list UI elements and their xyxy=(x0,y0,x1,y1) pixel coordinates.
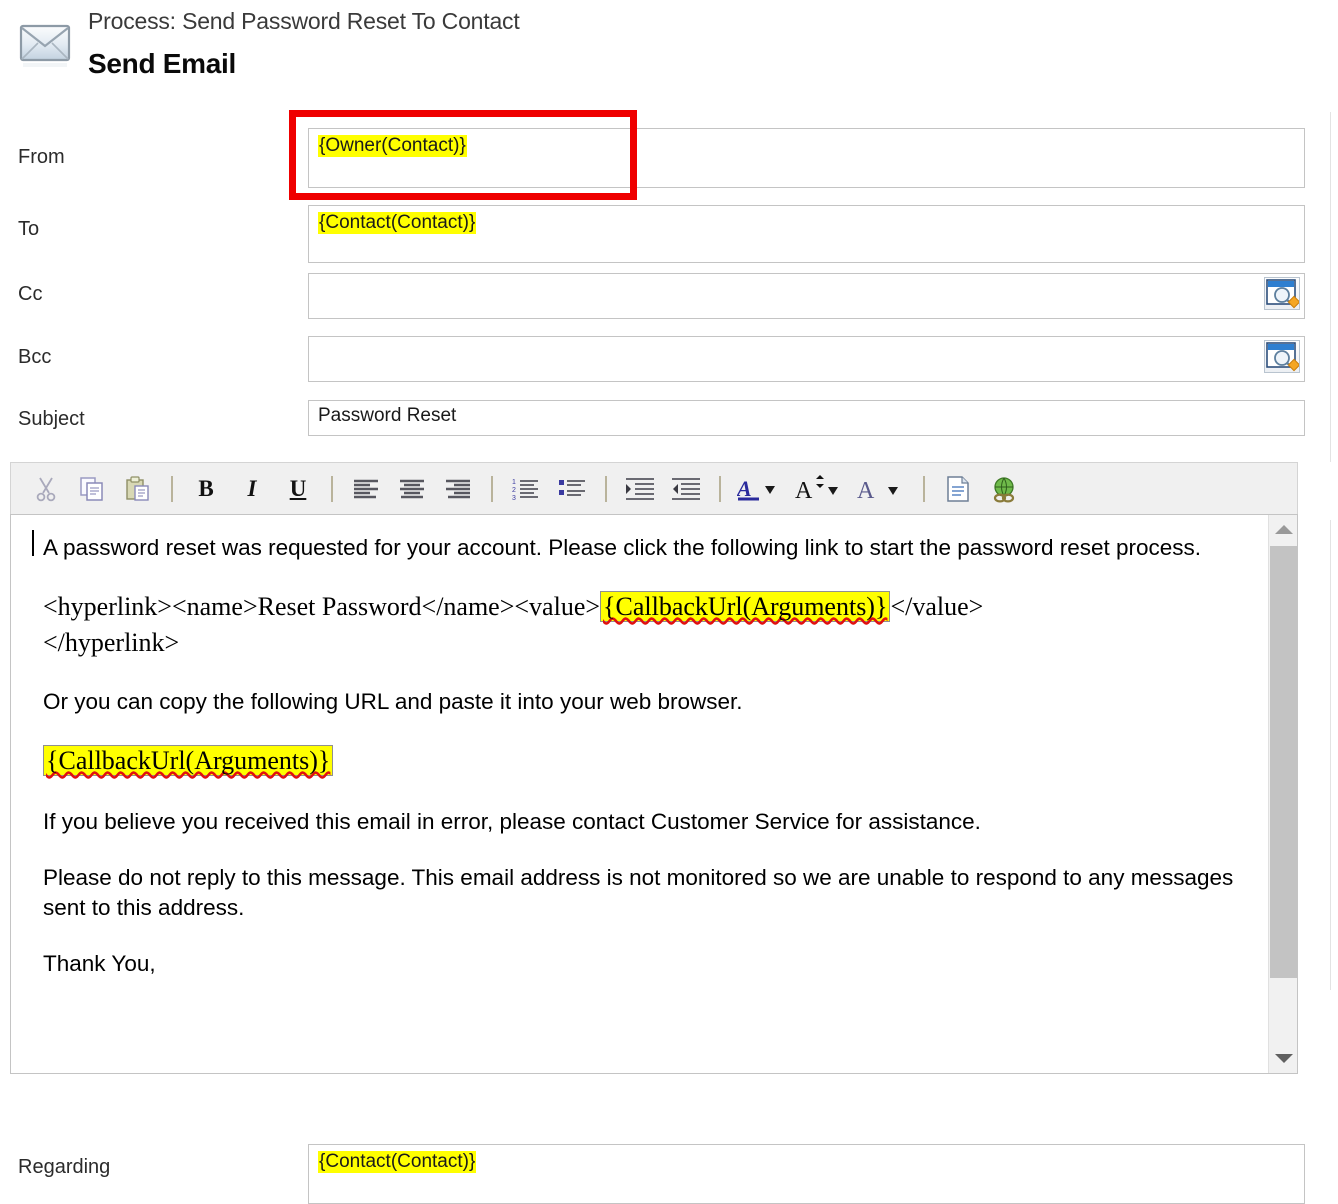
rich-text-toolbar: B I U 1 2 3 A A A xyxy=(10,462,1298,514)
bold-label: B xyxy=(198,475,214,501)
hyperlink-after: </value> xyxy=(890,592,984,621)
numbered-list-icon[interactable]: 1 2 3 xyxy=(503,467,549,511)
source-icon[interactable] xyxy=(935,467,981,511)
font-size-icon[interactable]: A xyxy=(789,467,851,511)
italic-icon[interactable]: I xyxy=(229,467,275,511)
cc-lookup-icon[interactable] xyxy=(1264,277,1300,310)
callback-url-token-standalone: {CallbackUrl(Arguments)} xyxy=(43,745,334,776)
bcc-lookup-icon[interactable] xyxy=(1264,340,1300,373)
page-header: Process: Send Password Reset To Contact … xyxy=(0,0,1338,96)
panel-divider xyxy=(1330,112,1331,462)
toolbar-separator xyxy=(719,475,721,502)
svg-text:A: A xyxy=(857,478,875,503)
align-right-icon[interactable] xyxy=(435,467,481,511)
scrollbar-thumb[interactable] xyxy=(1270,546,1297,978)
regarding-field-value: {Contact(Contact)} xyxy=(318,1151,477,1173)
to-field[interactable]: {Contact(Contact)} xyxy=(308,205,1305,263)
label-to: To xyxy=(18,218,40,240)
panel-divider xyxy=(1330,520,1331,990)
insert-link-icon[interactable] xyxy=(981,467,1027,511)
body-hyperlink-line: <hyperlink><name>Reset Password</name><v… xyxy=(43,589,1249,661)
align-left-icon[interactable] xyxy=(343,467,389,511)
underline-icon[interactable]: U xyxy=(275,467,321,511)
label-from: From xyxy=(18,146,65,168)
bold-icon[interactable]: B xyxy=(183,467,229,511)
italic-label: I xyxy=(247,475,257,501)
callback-url-token: {CallbackUrl(Arguments)} xyxy=(600,591,891,622)
envelope-icon xyxy=(14,20,76,72)
font-color-icon[interactable]: A xyxy=(731,467,789,511)
underline-label: U xyxy=(289,475,307,501)
toolbar-separator xyxy=(171,475,173,502)
svg-text:1: 1 xyxy=(512,479,516,486)
svg-text:3: 3 xyxy=(512,495,516,501)
bulleted-list-icon[interactable] xyxy=(549,467,595,511)
subject-field[interactable]: Password Reset xyxy=(308,400,1305,436)
svg-text:A: A xyxy=(795,478,813,503)
font-name-icon[interactable]: A xyxy=(851,467,913,511)
toolbar-separator xyxy=(605,475,607,502)
body-paragraph-1: A password reset was requested for your … xyxy=(43,535,1202,560)
scroll-down-arrow-icon[interactable] xyxy=(1269,1044,1297,1073)
svg-text:A: A xyxy=(737,476,752,501)
cc-field[interactable] xyxy=(308,273,1305,319)
label-cc: Cc xyxy=(18,283,43,305)
paste-icon[interactable] xyxy=(115,467,161,511)
body-scrollbar[interactable] xyxy=(1268,515,1297,1073)
toolbar-separator xyxy=(331,475,333,502)
email-body-content[interactable]: A password reset was requested for your … xyxy=(11,515,1269,1073)
subject-field-value: Password Reset xyxy=(318,405,457,426)
send-email-process-step-page: Process: Send Password Reset To Contact … xyxy=(0,0,1338,1204)
label-bcc: Bcc xyxy=(18,346,52,368)
text-cursor xyxy=(32,530,34,556)
regarding-field[interactable]: {Contact(Contact)} xyxy=(308,1144,1305,1204)
scroll-up-arrow-icon[interactable] xyxy=(1269,515,1297,544)
from-field[interactable]: {Owner(Contact)} xyxy=(308,128,1305,188)
svg-text:2: 2 xyxy=(512,487,516,494)
hyperlink-close-tag: </hyperlink> xyxy=(43,628,180,657)
body-paragraph-5: Thank You, xyxy=(43,951,156,976)
body-paragraph-4: Please do not reply to this message. Thi… xyxy=(43,865,1234,920)
body-paragraph-2: Or you can copy the following URL and pa… xyxy=(43,689,743,714)
body-token-line: {CallbackUrl(Arguments)} xyxy=(43,743,1249,779)
process-breadcrumb: Process: Send Password Reset To Contact xyxy=(88,8,520,34)
page-title: Send Email xyxy=(88,48,236,79)
toolbar-separator xyxy=(923,475,925,502)
to-field-value: {Contact(Contact)} xyxy=(318,212,477,234)
copy-icon[interactable] xyxy=(69,467,115,511)
cut-icon[interactable] xyxy=(23,467,69,511)
increase-indent-icon[interactable] xyxy=(617,467,663,511)
hyperlink-before: <hyperlink><name>Reset Password</name><v… xyxy=(43,592,601,621)
toolbar-separator xyxy=(491,475,493,502)
align-center-icon[interactable] xyxy=(389,467,435,511)
label-regarding: Regarding xyxy=(18,1156,111,1178)
body-paragraph-3: If you believe you received this email i… xyxy=(43,809,981,834)
bcc-field[interactable] xyxy=(308,336,1305,382)
decrease-indent-icon[interactable] xyxy=(663,467,709,511)
email-body-editor[interactable]: A password reset was requested for your … xyxy=(10,514,1298,1074)
label-subject: Subject xyxy=(18,408,85,430)
from-field-value: {Owner(Contact)} xyxy=(318,135,467,157)
